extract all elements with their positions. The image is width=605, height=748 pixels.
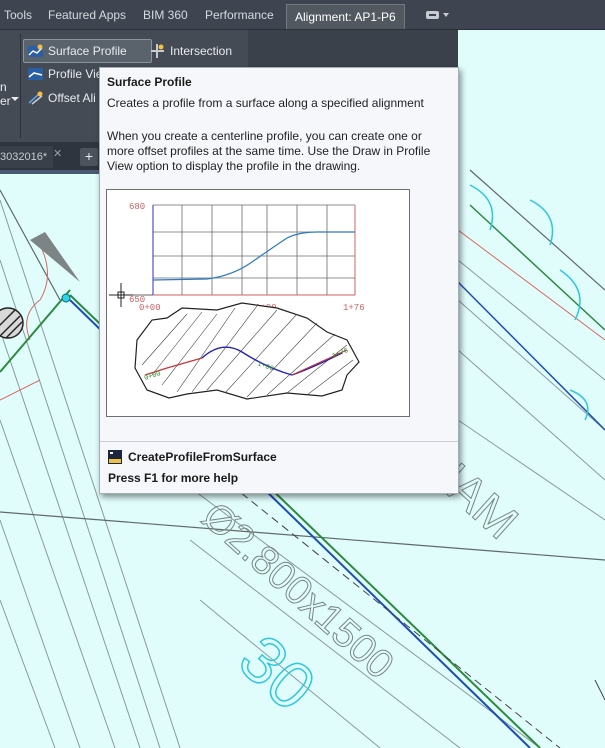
tab-featured-apps[interactable]: Featured Apps [40,3,134,27]
surface-profile-button[interactable]: Surface Profile [23,39,152,63]
offset-alignment-icon [28,91,43,105]
new-tab-button[interactable]: + [80,148,98,166]
tooltip-separator [100,441,458,442]
tooltip-command-label: CreateProfileFromSurface [128,450,277,464]
command-icon [108,450,122,464]
station-label-start: 0+00 [139,303,161,313]
tooltip-help-text: Press F1 for more help [108,471,239,485]
ribbon-cut-label-1: n [0,80,7,94]
profile-illustration: 680 650 0+00 1+00 1+76 [109,202,365,400]
tooltip-description: Creates a profile from a surface along a… [107,96,424,110]
intersection-label: Intersection [170,44,233,58]
intersection-button[interactable]: Intersection [146,40,232,62]
profile-view-button[interactable]: Profile Vie [24,63,102,85]
ribbon-cut-label-2: er [0,94,11,108]
tooltip-body: When you create a centerline profile, yo… [107,129,431,173]
tooltip-command: CreateProfileFromSurface [108,448,277,466]
manhole-symbol [0,307,24,339]
station-label-end: 1+76 [343,303,365,313]
tooltip-illustration: 680 650 0+00 1+00 1+76 [106,189,410,417]
surface-profile-label: Surface Profile [48,44,127,58]
tooltip-title: Surface Profile [107,75,192,89]
grip-point[interactable] [61,293,71,303]
minimize-ribbon-button[interactable] [424,8,450,22]
profile-view-label: Profile Vie [48,67,103,81]
tab-performance[interactable]: Performance [197,3,282,27]
axis-label-top: 680 [129,202,145,212]
document-tab-label: 3032016* [0,151,48,163]
profile-view-icon [28,68,43,80]
intersection-icon [151,44,164,58]
ribbon-dropdown-arrow[interactable] [11,90,19,101]
tab-alignment[interactable]: Alignment: AP1-P6 [286,4,405,29]
ribbon-tab-bar: Tools Featured Apps BIM 360 Performance … [0,0,605,30]
close-icon[interactable]: ✕ [53,147,62,160]
offset-alignment-button[interactable]: Offset Ali [24,87,96,109]
tooltip-surface-profile: Surface Profile Creates a profile from a… [99,67,459,494]
document-tab[interactable]: 3032016* [0,146,54,168]
chevron-down-icon [11,97,19,101]
ribbon-options-icon [426,11,449,19]
surface-boundary [134,302,360,400]
offset-alignment-label: Offset Ali [48,91,96,105]
tab-tools[interactable]: Tools [0,3,40,27]
surface-profile-icon [28,44,43,57]
tab-bim-360[interactable]: BIM 360 [135,3,196,27]
